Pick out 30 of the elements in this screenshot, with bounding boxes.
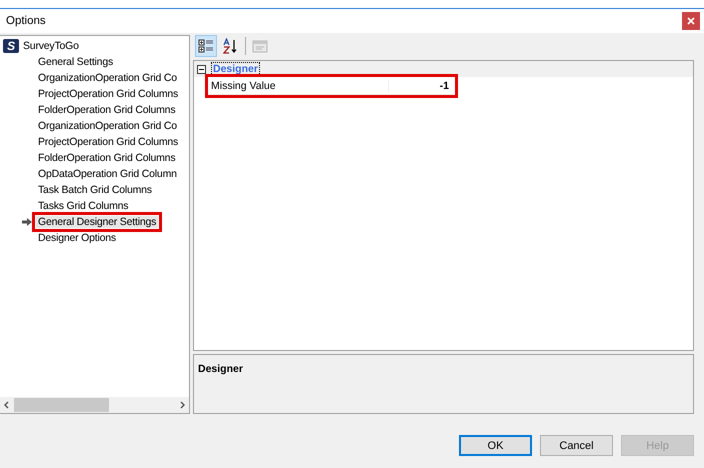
scroll-left-icon[interactable] <box>3 401 11 409</box>
tree-item[interactable]: Designer Options <box>36 232 118 244</box>
dialog-button[interactable]: OK <box>459 435 532 456</box>
property-value[interactable]: -1 <box>388 80 455 92</box>
property-name: Missing Value <box>210 80 277 92</box>
tree-item[interactable]: Task Batch Grid Columns <box>36 184 154 196</box>
dialog-button[interactable]: Cancel <box>540 435 613 456</box>
categorized-button[interactable] <box>195 35 217 57</box>
close-button[interactable] <box>682 12 700 30</box>
property-row[interactable]: Missing Value -1 <box>208 77 455 95</box>
arrow-icon <box>22 218 32 226</box>
tree-item[interactable]: OrganizationOperation Grid Co <box>36 120 179 132</box>
tree-item[interactable]: ProjectOperation Grid Columns <box>36 136 180 148</box>
tree-item[interactable]: General Settings <box>36 56 116 68</box>
scroll-right-icon[interactable] <box>178 401 186 409</box>
collapse-icon[interactable] <box>197 64 206 74</box>
category-label[interactable]: Designer <box>211 62 260 76</box>
tree-item[interactable]: General Designer Settings <box>36 216 158 228</box>
tree-item[interactable]: Tasks Grid Columns <box>36 200 130 212</box>
tree-item[interactable]: SurveyToGo <box>23 40 79 52</box>
close-icon <box>687 17 695 25</box>
tree-item[interactable]: FolderOperation Grid Columns <box>36 152 178 164</box>
description-title: Designer <box>198 363 243 375</box>
horizontal-scrollbar[interactable] <box>0 397 189 413</box>
window-title: Options <box>6 15 46 27</box>
tree-item[interactable]: OrganizationOperation Grid Co <box>36 72 179 84</box>
tree-item[interactable]: FolderOperation Grid Columns <box>36 104 178 116</box>
tree-item[interactable]: ProjectOperation Grid Columns <box>36 88 180 100</box>
logo: S <box>3 39 19 53</box>
tree-item[interactable]: OpDataOperation Grid Column <box>36 168 179 180</box>
